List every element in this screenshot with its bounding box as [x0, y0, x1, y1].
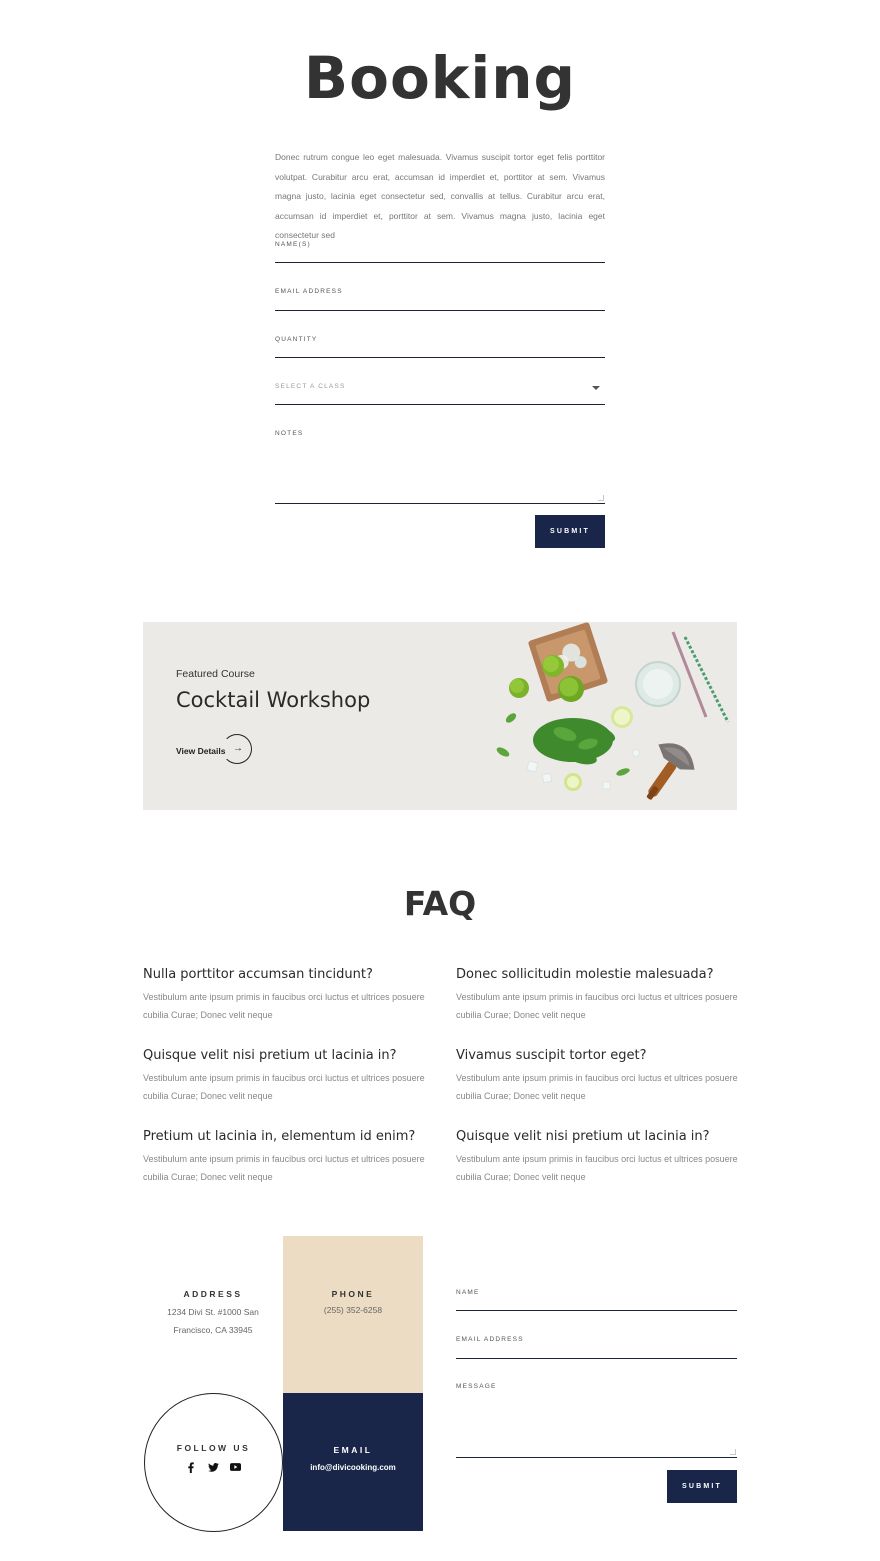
- resize-handle-icon[interactable]: [730, 1449, 736, 1455]
- featured-course-card: Featured Course Cocktail Workshop View D…: [143, 622, 737, 810]
- faq-question: Donec sollicitudin molestie malesuada?: [456, 967, 714, 982]
- address-block: ADDRESS 1234 Divi St. #1000 San Francisc…: [143, 1236, 283, 1393]
- faq-answer: Vestibulum ante ipsum primis in faucibus…: [143, 992, 425, 1020]
- faq-item: Quisque velit nisi pretium ut lacinia in…: [456, 1129, 746, 1186]
- faq-answer: Vestibulum ante ipsum primis in faucibus…: [143, 1073, 425, 1101]
- booking-intro-text: Donec rutrum congue leo eget malesuada. …: [275, 152, 605, 240]
- faq-answer: Vestibulum ante ipsum primis in faucibus…: [456, 1154, 738, 1182]
- circle-outline-icon: [222, 734, 252, 764]
- names-field-label: NAME(S): [275, 241, 311, 248]
- address-label: ADDRESS: [183, 1289, 243, 1299]
- contact-email-label: EMAIL ADDRESS: [456, 1336, 524, 1343]
- phone-value[interactable]: (255) 352-6258: [283, 1302, 423, 1320]
- address-line-1: 1234 Divi St. #1000 San: [167, 1307, 259, 1317]
- faq-title: FAQ: [403, 884, 477, 923]
- featured-kicker: Featured Course: [176, 668, 255, 680]
- cocktail-ingredients-image: [496, 622, 730, 800]
- faq-item: Quisque velit nisi pretium ut lacinia in…: [143, 1048, 433, 1105]
- contact-name-label: NAME: [456, 1289, 480, 1296]
- facebook-icon[interactable]: [184, 1460, 198, 1474]
- email-block: EMAIL info@divicooking.com: [283, 1393, 423, 1531]
- contact-message-field[interactable]: MESSAGE: [456, 1383, 737, 1458]
- faq-item: Nulla porttitor accumsan tincidunt? Vest…: [143, 967, 433, 1024]
- page-title: Booking: [303, 44, 577, 112]
- featured-course-title: Cocktail Workshop: [176, 688, 371, 712]
- notes-field[interactable]: NOTES: [275, 430, 605, 504]
- faq-item: Vivamus suscipit tortor eget? Vestibulum…: [456, 1048, 746, 1105]
- faq-question: Pretium ut lacinia in, elementum id enim…: [143, 1129, 416, 1144]
- address-line-2: Francisco, CA 33945: [173, 1325, 253, 1335]
- class-select[interactable]: SELECT A CLASS: [275, 383, 605, 405]
- faq-question: Quisque velit nisi pretium ut lacinia in…: [143, 1048, 397, 1063]
- faq-question: Quisque velit nisi pretium ut lacinia in…: [456, 1129, 710, 1144]
- follow-us-label: FOLLOW US: [176, 1443, 251, 1453]
- email-label: EMAIL: [333, 1445, 373, 1455]
- chevron-down-icon: [592, 386, 600, 390]
- faq-item: Pretium ut lacinia in, elementum id enim…: [143, 1129, 433, 1186]
- faq-answer: Vestibulum ante ipsum primis in faucibus…: [456, 1073, 738, 1101]
- booking-submit-button[interactable]: SUBMIT: [535, 515, 605, 548]
- faq-item: Donec sollicitudin molestie malesuada? V…: [456, 967, 746, 1024]
- resize-handle-icon[interactable]: [598, 495, 604, 501]
- faq-question: Nulla porttitor accumsan tincidunt?: [143, 967, 373, 982]
- email-field[interactable]: EMAIL ADDRESS: [275, 288, 605, 311]
- view-details-link[interactable]: View Details →: [176, 734, 256, 768]
- contact-email-field[interactable]: EMAIL ADDRESS: [456, 1336, 737, 1359]
- quantity-field[interactable]: QUANTITY: [275, 336, 605, 358]
- contact-submit-button[interactable]: SUBMIT: [667, 1470, 737, 1503]
- notes-field-label: NOTES: [275, 430, 304, 437]
- quantity-field-label: QUANTITY: [275, 336, 318, 343]
- view-details-label: View Details: [176, 746, 226, 756]
- names-field[interactable]: NAME(S): [275, 241, 605, 263]
- class-select-label: SELECT A CLASS: [275, 383, 346, 390]
- faq-answer: Vestibulum ante ipsum primis in faucibus…: [456, 992, 738, 1020]
- contact-message-label: MESSAGE: [456, 1383, 497, 1390]
- faq-question: Vivamus suscipit tortor eget?: [456, 1048, 647, 1063]
- youtube-icon[interactable]: [228, 1460, 242, 1474]
- twitter-icon[interactable]: [206, 1460, 220, 1474]
- email-value[interactable]: info@divicooking.com: [283, 1459, 423, 1477]
- phone-label: PHONE: [331, 1289, 375, 1299]
- email-field-label: EMAIL ADDRESS: [275, 288, 343, 295]
- contact-name-field[interactable]: NAME: [456, 1289, 737, 1311]
- phone-block: PHONE (255) 352-6258: [283, 1236, 423, 1393]
- faq-answer: Vestibulum ante ipsum primis in faucibus…: [143, 1154, 425, 1182]
